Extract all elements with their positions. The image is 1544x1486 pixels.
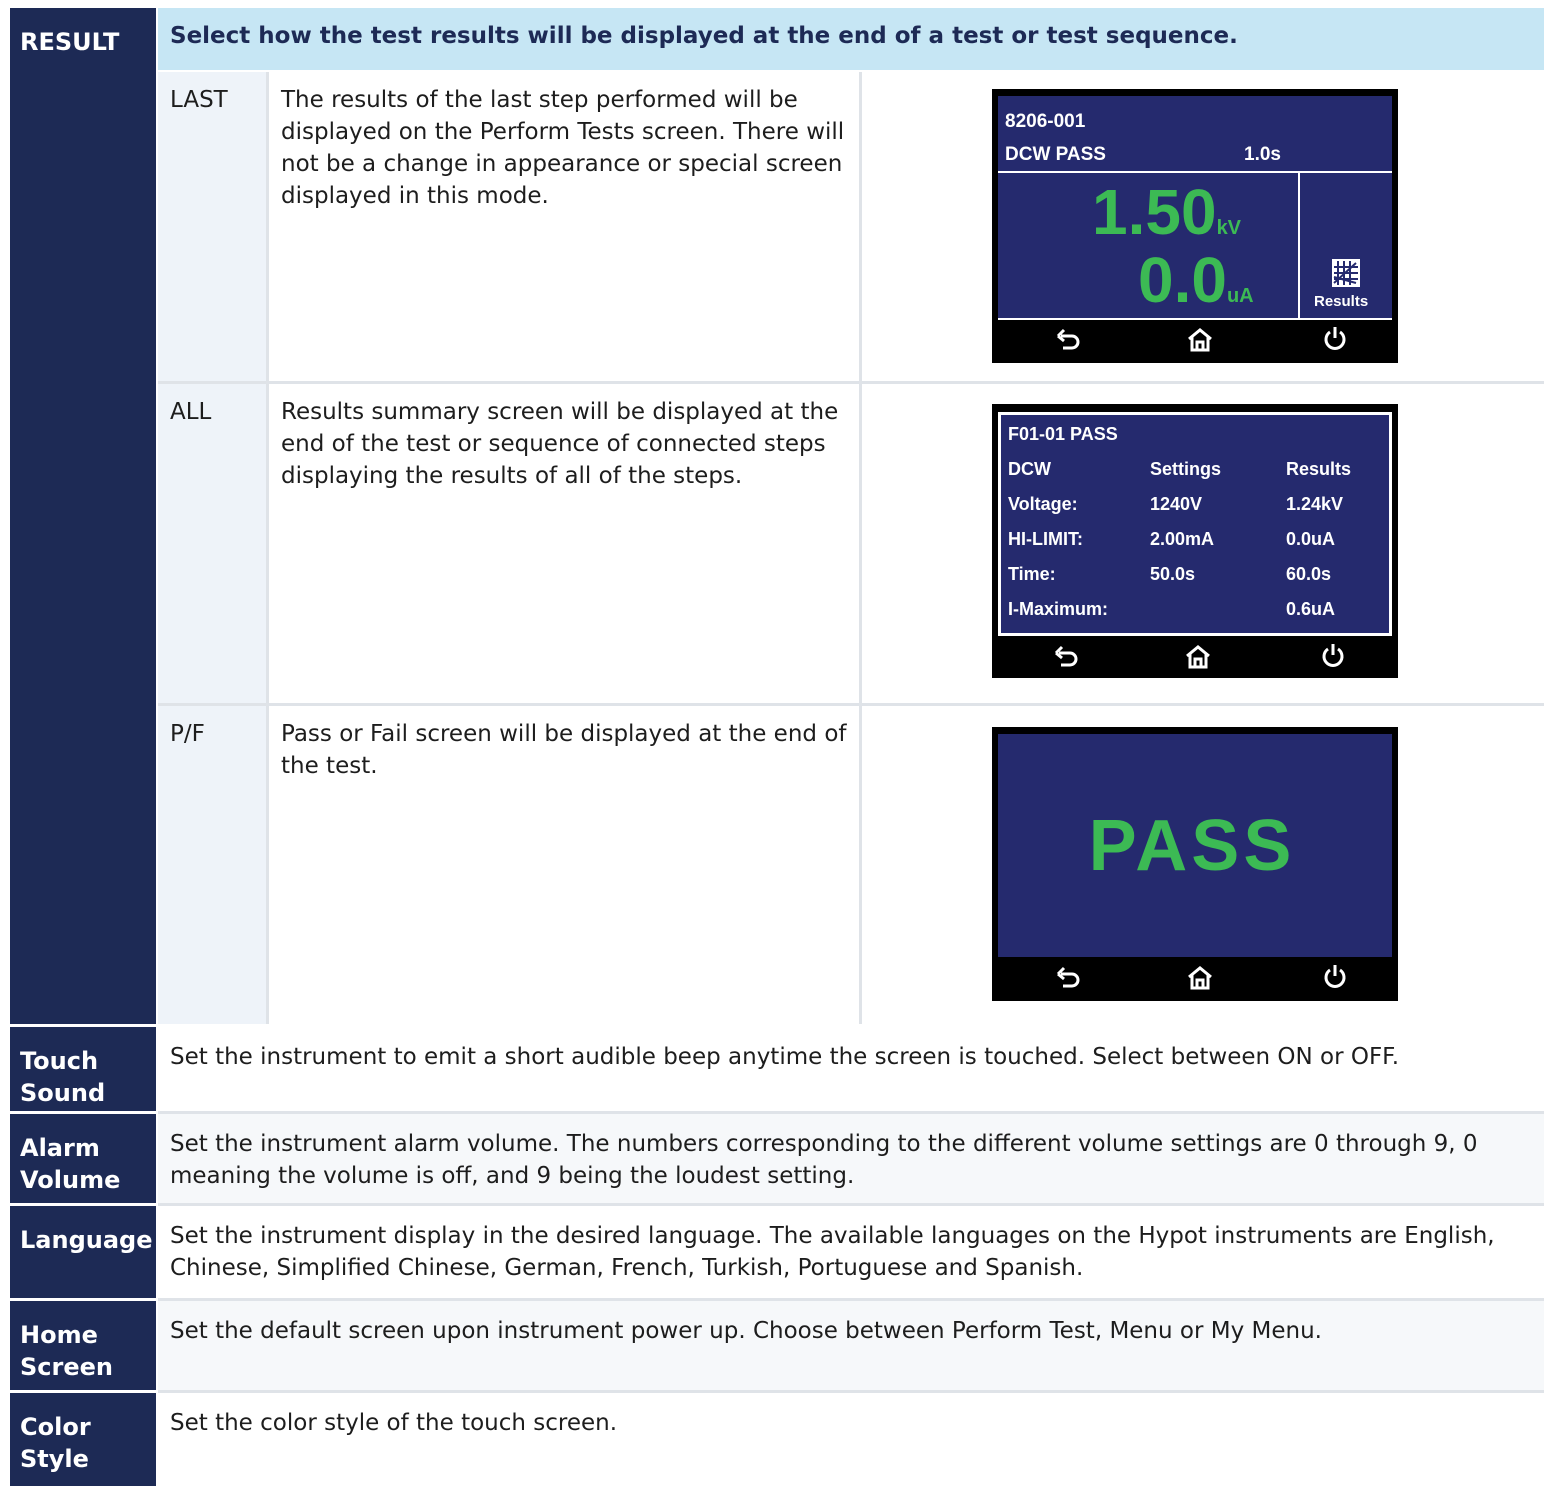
setting-desc-language: Set the instrument display in the desire… [158,1206,1544,1298]
setting-label: Touch Sound [20,1047,106,1107]
chart-icon [1332,259,1360,287]
screen-time: 1.0s [1244,144,1281,165]
current-value: 0.0 [1138,244,1227,316]
row-setting: 50.0s [1150,564,1196,584]
divider [266,72,269,1024]
screen-divider [998,171,1392,173]
result-label-cell: RESULT [10,8,156,1024]
row-label: I-Maximum: [1008,599,1109,619]
screen-title: F01-01 PASS [1008,424,1118,444]
option-name: LAST [170,87,228,113]
setting-description: Set the instrument alarm volume. The num… [170,1131,1478,1189]
setting-desc-color-style: Set the color style of the touch screen. [158,1393,1544,1486]
row-result: 0.0uA [1286,529,1336,549]
setting-label-home-screen: Home Screen [10,1301,156,1390]
divider [158,1111,1544,1114]
row-result: 1.24kV [1286,494,1344,514]
screen-pf: PASS [992,727,1398,1001]
option-last-name-cell: LAST [158,72,266,382]
setting-desc-alarm-volume: Set the instrument alarm volume. The num… [158,1114,1544,1203]
setting-desc-home-screen: Set the default screen upon instrument p… [158,1301,1544,1390]
option-last-desc-cell: The results of the last step performed w… [269,72,859,382]
screen-last: 8206-001 DCW PASS 1.0s 1.50kV 0.0uA Resu… [992,89,1398,363]
current-readout: 0.0uA [1138,245,1254,331]
row-label: Voltage: [1008,494,1078,514]
results-label: Results [1314,293,1369,310]
divider [859,72,862,1024]
power-icon[interactable] [1322,325,1348,351]
setting-desc-touch-sound: Set the instrument to emit a short audib… [158,1027,1544,1111]
screen-all: F01-01 PASS DCW Settings Results Voltage… [992,404,1398,678]
back-icon[interactable] [1056,327,1082,353]
row-setting: 2.00mA [1150,529,1215,549]
divider [158,381,1544,384]
screen-file-id: 8206-001 [1005,111,1086,132]
voltage-value: 1.50 [1092,176,1217,248]
setting-description: Set the instrument display in the desire… [170,1223,1495,1281]
option-description: Results summary screen will be displayed… [281,399,839,489]
row-setting: 1240V [1150,494,1203,514]
option-name: ALL [170,399,212,425]
setting-description: Set the default screen upon instrument p… [170,1318,1322,1344]
option-pf-name-cell: P/F [158,706,266,1024]
pass-text: PASS [1088,806,1296,886]
screen-status: DCW PASS [1005,144,1106,165]
setting-description: Set the color style of the touch screen. [170,1410,618,1436]
option-all-name-cell: ALL [158,384,266,704]
option-description: The results of the last step performed w… [281,87,845,209]
divider [158,1390,1544,1393]
table-header-results: Results [1286,459,1352,479]
setting-label: Home Screen [20,1321,113,1381]
result-header: Select how the test results will be disp… [158,8,1544,70]
table-header-settings: Settings [1150,459,1222,479]
home-icon[interactable] [1187,327,1213,353]
current-unit: uA [1226,285,1254,307]
result-label: RESULT [20,28,120,56]
divider [158,703,1544,706]
option-description: Pass or Fail screen will be displayed at… [281,721,847,779]
option-all-desc-cell: Results summary screen will be displayed… [269,384,859,704]
setting-label-touch-sound: Touch Sound [10,1027,156,1111]
setting-label-alarm-volume: Alarm Volume [10,1114,156,1203]
table-header-mode: DCW [1008,459,1051,479]
back-icon[interactable] [1056,965,1082,991]
setting-label: Color Style [20,1413,91,1473]
row-result: 0.6uA [1286,599,1336,619]
setting-label-color-style: Color Style [10,1393,156,1486]
home-icon[interactable] [1187,965,1213,991]
power-icon[interactable] [1320,642,1346,668]
screen-divider [1298,173,1300,319]
results-button[interactable]: Results [1302,253,1390,315]
row-label: HI-LIMIT: [1008,529,1083,549]
setting-label-language: Language [10,1206,156,1298]
power-icon[interactable] [1322,963,1348,989]
home-icon[interactable] [1185,644,1211,670]
divider [158,1298,1544,1301]
divider [158,1203,1544,1206]
voltage-unit: kV [1216,217,1242,239]
setting-label: Alarm Volume [20,1134,121,1194]
result-header-text: Select how the test results will be disp… [170,23,1238,49]
back-icon[interactable] [1054,644,1080,670]
option-name: P/F [170,721,205,747]
row-label: Time: [1008,564,1056,584]
setting-label: Language [20,1226,153,1254]
row-result: 60.0s [1286,564,1332,584]
setting-description: Set the instrument to emit a short audib… [170,1044,1400,1070]
option-pf-desc-cell: Pass or Fail screen will be displayed at… [269,706,859,1024]
